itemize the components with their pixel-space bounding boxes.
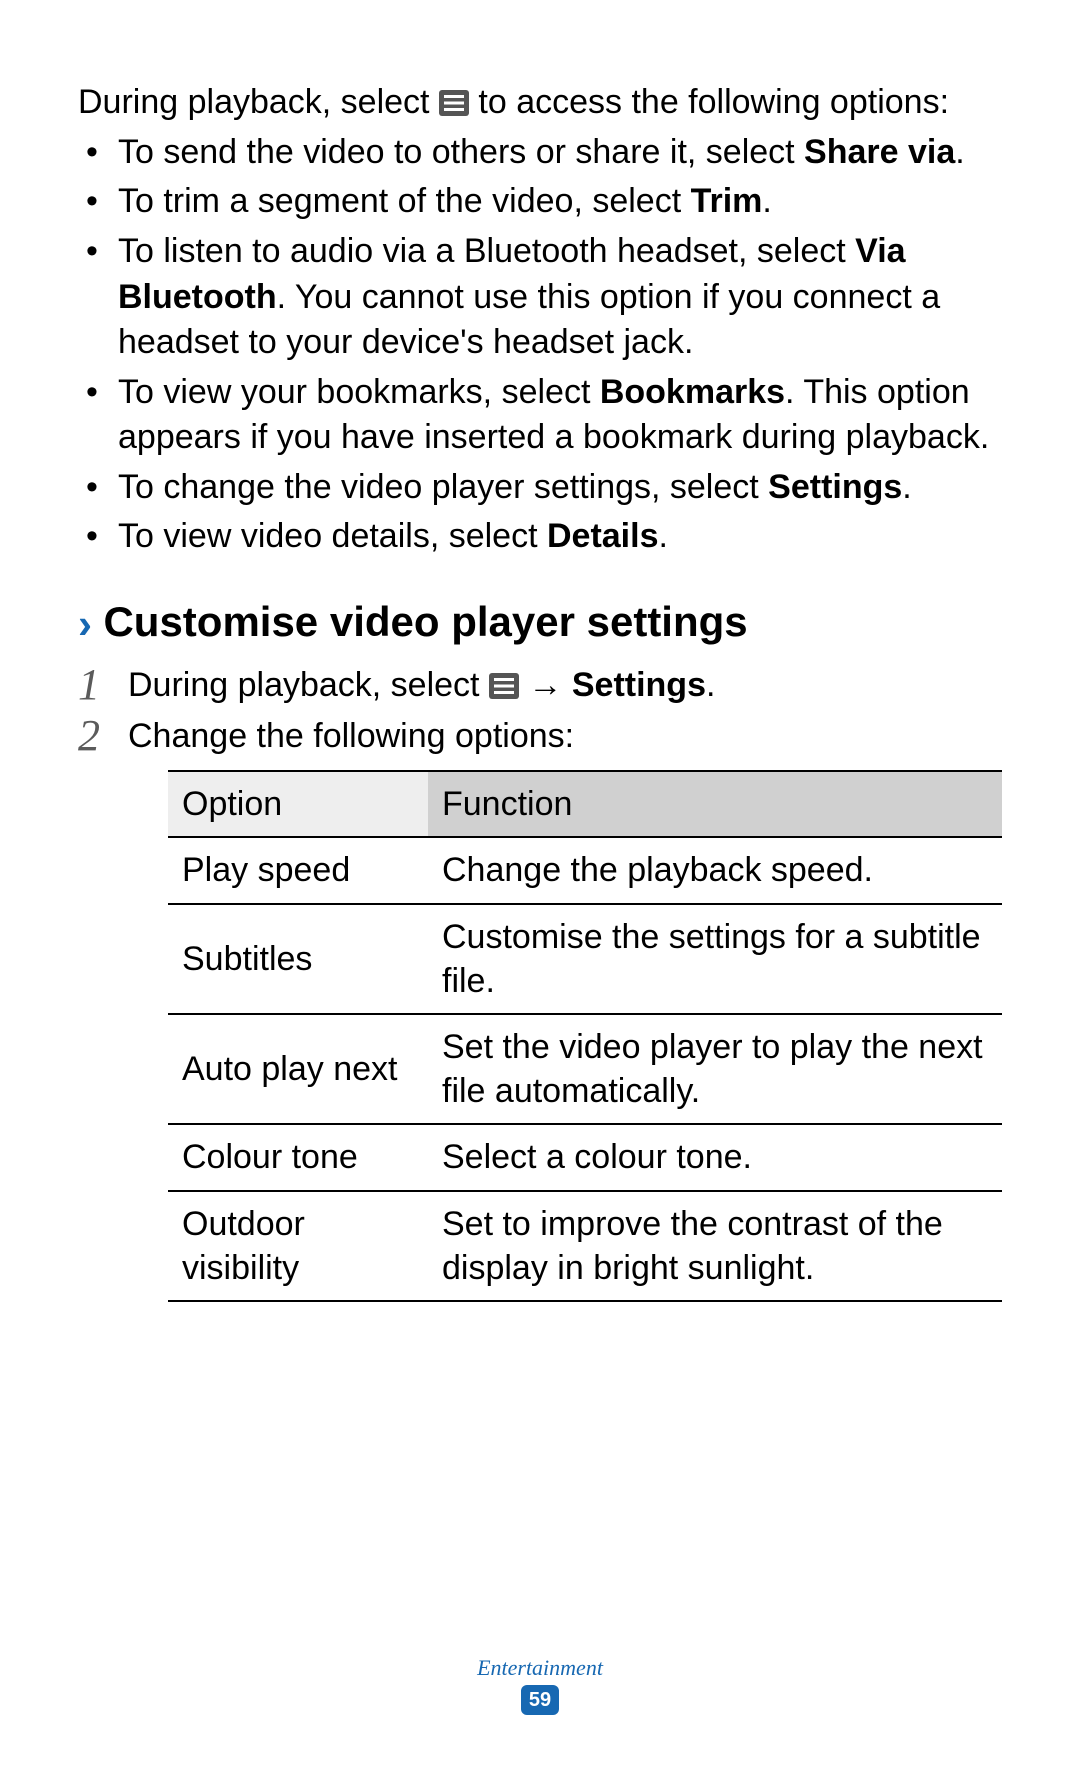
table-row: Subtitles Customise the settings for a s… bbox=[168, 904, 1002, 1014]
caret-icon: › bbox=[78, 600, 92, 647]
bullet-pre: To view your bookmarks, select bbox=[118, 373, 600, 411]
options-bullet-list: To send the video to others or share it,… bbox=[78, 130, 1002, 560]
bullet-post: . bbox=[955, 133, 964, 171]
step-number: 2 bbox=[78, 706, 100, 765]
td-option: Outdoor visibility bbox=[168, 1191, 428, 1301]
arrow-text: → bbox=[528, 663, 562, 709]
step-text-pre: During playback, select bbox=[128, 666, 489, 704]
bullet-bold: Share via bbox=[804, 133, 955, 171]
th-option: Option bbox=[168, 771, 428, 837]
bullet-pre: To listen to audio via a Bluetooth heads… bbox=[118, 232, 855, 270]
options-table: Option Function Play speed Change the pl… bbox=[168, 770, 1002, 1302]
bullet-pre: To view video details, select bbox=[118, 517, 547, 555]
step-number: 1 bbox=[78, 655, 100, 714]
page-number-badge: 59 bbox=[521, 1685, 559, 1715]
td-option: Auto play next bbox=[168, 1014, 428, 1124]
bullet-pre: To send the video to others or share it,… bbox=[118, 133, 804, 171]
td-function: Change the playback speed. bbox=[428, 837, 1002, 903]
step-text: Change the following options: bbox=[128, 717, 574, 755]
intro-paragraph: During playback, select to access the fo… bbox=[78, 80, 1002, 126]
step-post: . bbox=[706, 666, 715, 704]
intro-suffix: to access the following options: bbox=[478, 83, 949, 121]
td-function: Select a colour tone. bbox=[428, 1124, 1002, 1190]
td-option: Subtitles bbox=[168, 904, 428, 1014]
th-function: Function bbox=[428, 771, 1002, 837]
bullet-post: . bbox=[902, 468, 911, 506]
bullet-pre: To trim a segment of the video, select bbox=[118, 182, 691, 220]
footer-category: Entertainment bbox=[0, 1655, 1080, 1681]
bullet-bold: Bookmarks bbox=[600, 373, 785, 411]
bullet-post: . bbox=[762, 182, 771, 220]
manual-page: During playback, select to access the fo… bbox=[0, 0, 1080, 1771]
td-function: Set to improve the contrast of the displ… bbox=[428, 1191, 1002, 1301]
intro-prefix: During playback, select bbox=[78, 83, 439, 121]
bullet-item: To trim a segment of the video, select T… bbox=[78, 179, 1002, 225]
table-row: Auto play next Set the video player to p… bbox=[168, 1014, 1002, 1124]
step-item: 2 Change the following options: Option F… bbox=[78, 714, 1002, 1302]
bullet-item: To view your bookmarks, select Bookmarks… bbox=[78, 370, 1002, 461]
bullet-bold: Details bbox=[547, 517, 659, 555]
bullet-bold: Trim bbox=[691, 182, 763, 220]
bullet-pre: To change the video player settings, sel… bbox=[118, 468, 768, 506]
bullet-item: To listen to audio via a Bluetooth heads… bbox=[78, 229, 1002, 366]
table-row: Colour tone Select a colour tone. bbox=[168, 1124, 1002, 1190]
bullet-bold: Settings bbox=[768, 468, 902, 506]
menu-icon bbox=[489, 666, 519, 692]
td-option: Play speed bbox=[168, 837, 428, 903]
bullet-item: To view video details, select Details. bbox=[78, 514, 1002, 560]
section-heading: › Customise video player settings bbox=[78, 594, 1002, 653]
step-bold: Settings bbox=[572, 666, 706, 704]
menu-icon bbox=[439, 83, 469, 109]
td-function: Customise the settings for a subtitle fi… bbox=[428, 904, 1002, 1014]
section-title: Customise video player settings bbox=[103, 598, 747, 645]
td-function: Set the video player to play the next fi… bbox=[428, 1014, 1002, 1124]
page-content: During playback, select to access the fo… bbox=[78, 80, 1002, 1302]
table-header-row: Option Function bbox=[168, 771, 1002, 837]
bullet-item: To send the video to others or share it,… bbox=[78, 130, 1002, 176]
bullet-item: To change the video player settings, sel… bbox=[78, 465, 1002, 511]
bullet-post: . bbox=[658, 517, 667, 555]
steps-list: 1 During playback, select → Settings. 2 … bbox=[78, 663, 1002, 1302]
table-row: Outdoor visibility Set to improve the co… bbox=[168, 1191, 1002, 1301]
table-row: Play speed Change the playback speed. bbox=[168, 837, 1002, 903]
td-option: Colour tone bbox=[168, 1124, 428, 1190]
step-item: 1 During playback, select → Settings. bbox=[78, 663, 1002, 709]
page-footer: Entertainment 59 bbox=[0, 1655, 1080, 1715]
